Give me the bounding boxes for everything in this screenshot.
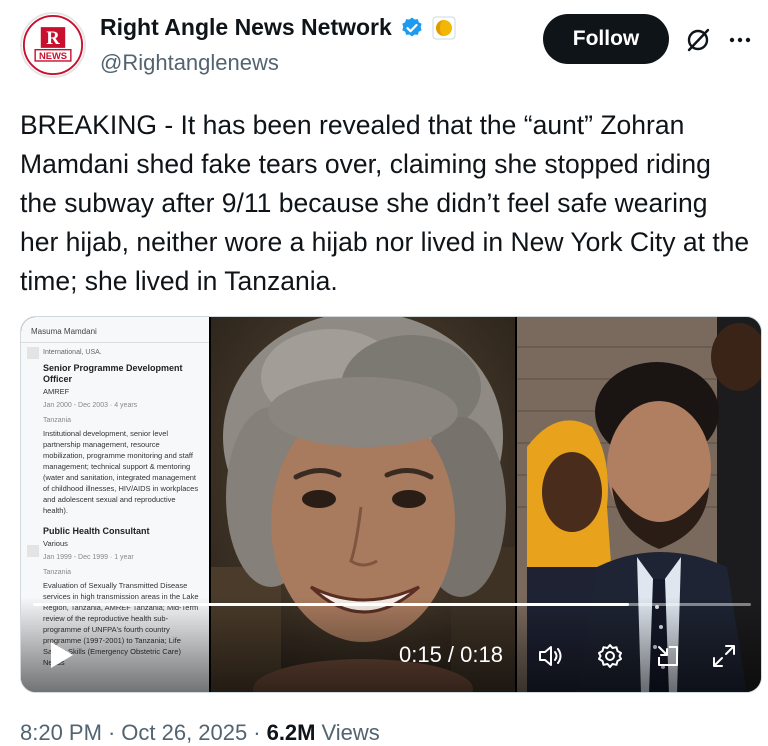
tweet-text: BREAKING - It has been revealed that the… bbox=[20, 110, 750, 296]
progress-bar[interactable] bbox=[33, 603, 751, 606]
job-dates: Jan 1999 - Dec 1999 · 1 year bbox=[43, 554, 134, 561]
document-cut-text: International, USA. bbox=[43, 349, 102, 356]
separator-dot: · bbox=[107, 720, 116, 745]
job-organization: AMREF bbox=[43, 387, 70, 396]
tweet-date[interactable]: Oct 26, 2025 bbox=[121, 720, 247, 746]
job-title: Public Health Consultant bbox=[43, 526, 150, 536]
separator-dot: · bbox=[253, 720, 261, 745]
views-count: 6.2M bbox=[266, 720, 316, 745]
tweet-header: R NEWS Right Angle News Network @Rightan… bbox=[0, 0, 768, 90]
fullscreen-icon[interactable] bbox=[711, 643, 737, 669]
job-title: Senior Programme Development Officer bbox=[43, 363, 183, 384]
job-description: Institutional development, senior level … bbox=[43, 429, 199, 515]
video-time: 0:15 / 0:18 bbox=[399, 642, 503, 667]
verified-badge-icon bbox=[402, 17, 422, 36]
tweet-time[interactable]: 8:20 PM bbox=[20, 720, 102, 746]
avatar[interactable]: R NEWS bbox=[20, 12, 86, 78]
more-icon[interactable] bbox=[726, 26, 754, 54]
settings-icon[interactable] bbox=[597, 643, 623, 669]
job-dates: Jan 2000 - Dec 2003 · 4 years bbox=[43, 402, 138, 409]
job-location: Tanzania bbox=[43, 569, 72, 576]
svg-text:NEWS: NEWS bbox=[39, 50, 67, 61]
svg-text:R: R bbox=[46, 28, 60, 49]
job-organization: Various bbox=[43, 539, 68, 548]
affiliate-badge-icon[interactable] bbox=[432, 16, 456, 40]
views-label: Views bbox=[321, 720, 380, 745]
progress-fill bbox=[33, 603, 629, 606]
video-player[interactable]: Masuma Mamdani International, USA. Senio… bbox=[20, 316, 762, 693]
play-icon[interactable] bbox=[43, 638, 77, 672]
volume-icon[interactable] bbox=[537, 643, 563, 669]
job-location: Tanzania bbox=[43, 417, 72, 424]
document-header: Masuma Mamdani bbox=[31, 327, 97, 336]
name-row: Right Angle News Network bbox=[100, 14, 456, 41]
pip-icon[interactable] bbox=[655, 643, 681, 669]
controls-overlay bbox=[21, 597, 761, 692]
grok-icon[interactable] bbox=[684, 26, 712, 54]
avatar-logo-icon: R NEWS bbox=[22, 14, 84, 76]
display-name[interactable]: Right Angle News Network bbox=[100, 14, 392, 41]
tweet-metadata: 8:20 PM · Oct 26, 2025 · 6.2M Views bbox=[20, 720, 380, 746]
handle[interactable]: @Rightanglenews bbox=[100, 50, 279, 76]
follow-button[interactable]: Follow bbox=[543, 14, 669, 64]
